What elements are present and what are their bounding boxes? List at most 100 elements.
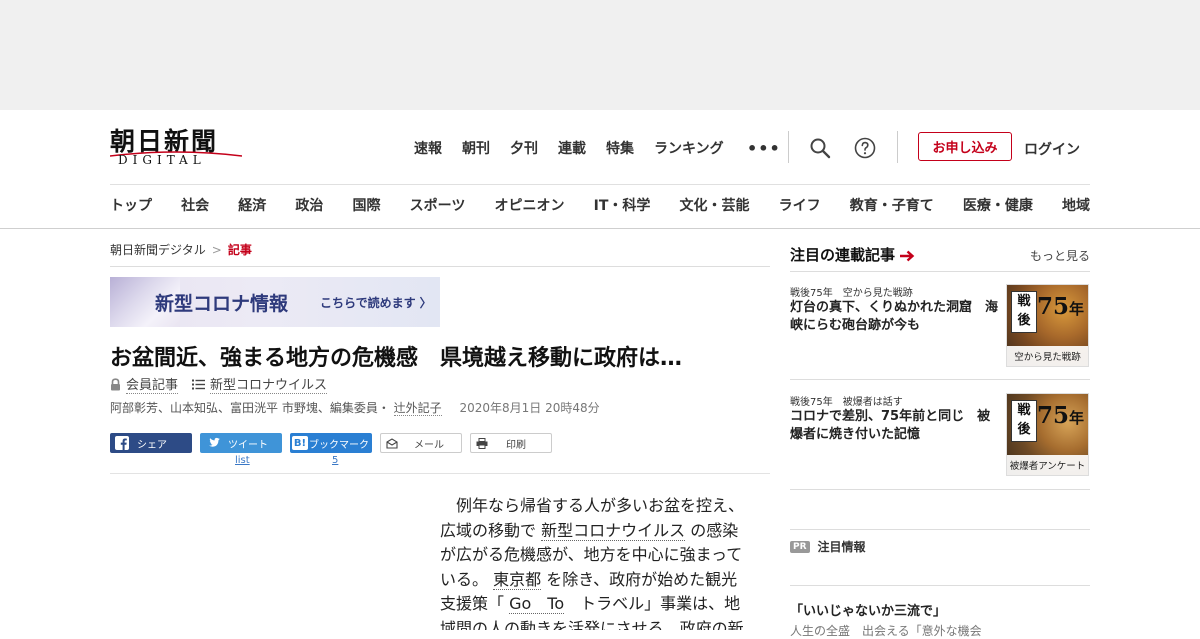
tokyo-link[interactable]: 東京都 [493,569,542,590]
pr-label: 注目情報 [817,540,866,554]
nav-evening[interactable]: 夕刊 [510,138,538,158]
thumbnail-kanji: 戦後 [1011,291,1037,333]
help-icon[interactable] [853,136,877,160]
hatena-bookmark-label: ブックマーク [309,439,369,451]
login-link[interactable]: ログイン [1024,139,1080,159]
pr-badge: PR [790,540,810,553]
sidebar-heading-label: 注目の連載記事 [790,246,896,264]
nav-series[interactable]: 連載 [558,138,586,158]
lock-icon [111,377,120,390]
hatena-count[interactable]: 5 [332,455,338,466]
category-society[interactable]: 社会 [181,195,209,217]
site-logo[interactable]: 朝日新聞 DIGITAL [110,122,242,170]
divider [110,266,770,267]
divider [790,379,1090,380]
print-button[interactable]: 印刷 [470,433,552,453]
promo-title[interactable]: 「いいじゃないか三流で」 [790,600,946,619]
nav-morning[interactable]: 朝刊 [462,138,490,158]
twitter-icon [209,437,220,447]
category-life[interactable]: ライフ [779,195,821,217]
divider [110,473,770,474]
promo-subtitle[interactable]: 人生の全盛 出会える「意外な機会 [790,622,982,639]
facebook-share-label: シェア [137,439,167,451]
article-byline: 阿部彰芳、山本知弘、富田洸平 市野塊、編集委員・ 辻外記子 2020年8月1日 … [110,399,600,416]
nav-breaking[interactable]: 速報 [414,138,442,158]
divider [790,271,1090,272]
series-thumbnail[interactable]: 戦後 75年 空から見た戦跡 [1006,284,1089,367]
list-icon [192,379,206,389]
thumbnail-caption: 空から見た戦跡 [1007,346,1088,366]
category-it-science[interactable]: IT・科学 [594,195,651,217]
article-body: 例年なら帰省する人が多いお盆を控え、広域の移動で 新型コロナウイルス の感染が広… [440,494,752,630]
category-international[interactable]: 国際 [353,195,381,217]
hatena-icon: B! [292,436,308,450]
logo-subtitle: DIGITAL [118,153,206,167]
more-menu-icon[interactable]: ••• [747,139,781,158]
category-health[interactable]: 医療・健康 [963,195,1033,217]
series-category: 戦後75年 空から見た戦跡 [790,288,913,299]
mail-share-label: メール [414,439,444,451]
thumbnail-kanji: 戦後 [1011,400,1037,442]
category-top[interactable]: トップ [110,195,152,217]
category-economy[interactable]: 経済 [238,195,266,217]
divider [790,489,1090,490]
sidebar-more-link[interactable]: もっと見る [1030,247,1090,264]
twitter-count[interactable]: list [235,455,250,466]
series-thumbnail[interactable]: 戦後 75年 被爆者アンケート [1006,393,1089,476]
series-title[interactable]: コロナで差別、75年前と同じ 被爆者に焼き付いた記憶 [790,408,1002,444]
print-icon [476,437,488,449]
category-opinion[interactable]: オピニオン [494,195,564,217]
topic-link[interactable]: 新型コロナウイルス [210,374,328,394]
top-nav: 速報 朝刊 夕刊 連載 特集 ランキング [414,136,744,160]
banner-link-label: こちらで読めます [320,296,416,310]
subscribe-button[interactable]: お申し込み [918,132,1012,161]
header-separator [110,184,1090,185]
arrow-right-icon [900,250,915,262]
divider [790,529,1090,530]
breadcrumb-home[interactable]: 朝日新聞デジタル [110,243,206,257]
header-divider [897,131,898,163]
category-sports[interactable]: スポーツ [410,195,466,217]
nav-features[interactable]: 特集 [606,138,634,158]
advertisement-area [0,0,1200,110]
facebook-share-button[interactable]: シェア [110,433,192,453]
category-nav: トップ 社会 経済 政治 国際 スポーツ オピニオン IT・科学 文化・芸能 ラ… [110,195,1090,217]
twitter-share-button[interactable]: ツイート [200,433,282,453]
publish-date: 2020年8月1日 20時48分 [459,401,600,415]
header-divider [788,131,789,163]
series-title[interactable]: 灯台の真下、くりぬかれた洞窟 海峡にらむ砲台跡が今も [790,299,1002,335]
divider [790,585,1090,586]
sidebar-heading[interactable]: 注目の連載記事 [790,244,915,265]
mail-icon [386,437,398,449]
article-meta: 会員記事 新型コロナウイルス [110,374,328,394]
breadcrumb: 朝日新聞デジタル > 記事 [110,241,252,258]
goto-link[interactable]: Go To [509,594,565,614]
series-category: 戦後75年 被爆者は話す [790,397,903,408]
search-icon[interactable] [808,136,832,160]
category-regional[interactable]: 地域 [1062,195,1090,217]
topic-link[interactable]: 新型コロナウイルス [541,520,686,541]
banner-title: 新型コロナ情報 [155,293,289,315]
hatena-bookmark-button[interactable]: B! ブックマーク [290,433,372,453]
thumbnail-number: 75年 [1037,293,1085,320]
thumbnail-number: 75年 [1037,402,1085,429]
banner-link[interactable]: こちらで読めます〉 [320,294,432,311]
facebook-icon [115,436,129,450]
breadcrumb-current: 記事 [227,243,252,257]
author-link[interactable]: 辻外記子 [393,401,442,416]
category-education[interactable]: 教育・子育て [850,195,934,217]
member-label[interactable]: 会員記事 [126,374,179,394]
nav-ranking[interactable]: ランキング [654,138,724,158]
authors: 阿部彰芳、山本知弘、富田洸平 市野塊、編集委員・ [110,401,390,415]
category-culture[interactable]: 文化・芸能 [680,195,750,217]
article-title: お盆間近、強まる地方の危機感 県境越え移動に政府は… [110,346,683,371]
pr-section-heading: PR 注目情報 [790,538,866,555]
covid-info-banner[interactable]: 新型コロナ情報 こちらで読めます〉 [110,277,440,327]
mail-share-button[interactable]: メール [380,433,462,453]
breadcrumb-separator: > [211,243,222,257]
chevron-right-icon: 〉 [419,296,432,310]
twitter-share-label: ツイート [228,439,268,451]
print-label: 印刷 [506,439,526,451]
category-politics[interactable]: 政治 [295,195,323,217]
thumbnail-caption: 被爆者アンケート [1007,455,1088,475]
